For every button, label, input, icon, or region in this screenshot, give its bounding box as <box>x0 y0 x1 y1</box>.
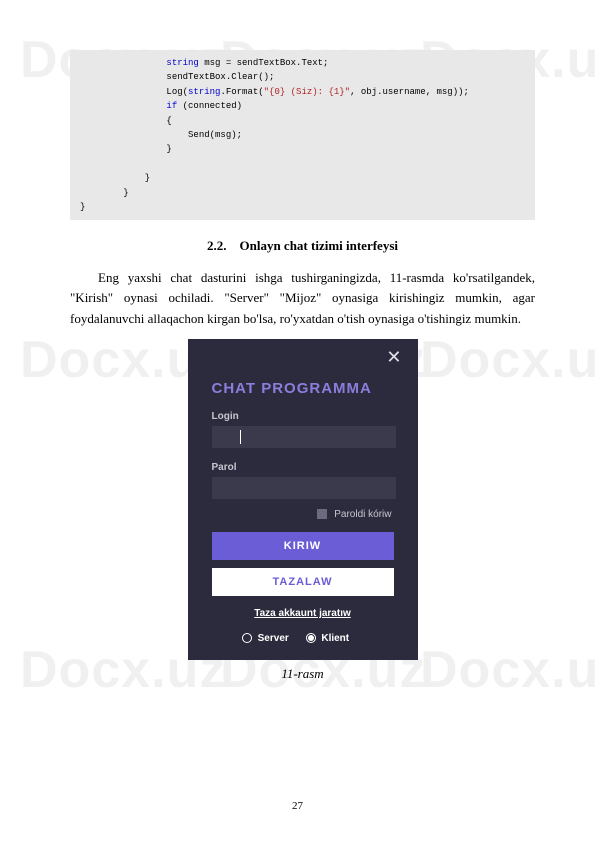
app-title: CHAT PROGRAMMA <box>212 380 402 397</box>
code-block: string msg = sendTextBox.Text; sendTextB… <box>70 50 535 220</box>
radio-server[interactable] <box>242 633 252 643</box>
create-account-link[interactable]: Taza akkaunt jaratıw <box>204 608 402 619</box>
role-radio-group: Server Klient <box>204 633 402 644</box>
section-heading: 2.2. Onlayn chat tizimi interfeysi <box>70 238 535 254</box>
body-paragraph: Eng yaxshi chat dasturini ishga tushirga… <box>70 268 535 328</box>
radio-server-label: Server <box>258 633 289 644</box>
figure-caption: 11-rasm <box>70 666 535 682</box>
text-cursor <box>240 430 241 444</box>
radio-klient-label: Klient <box>321 633 349 644</box>
heading-number: 2.2. <box>207 238 227 253</box>
show-password-row[interactable]: Paroldi kóriw <box>204 509 392 520</box>
checkbox-icon[interactable] <box>317 509 327 519</box>
close-icon[interactable]: ✕ <box>386 347 401 368</box>
app-screenshot: ✕ CHAT PROGRAMMA Login Parol Paroldi kór… <box>188 339 418 660</box>
radio-klient[interactable] <box>306 633 316 643</box>
clear-button[interactable]: TAZALAW <box>212 568 394 596</box>
heading-text: Onlayn chat tizimi interfeysi <box>239 238 398 253</box>
parol-label: Parol <box>212 462 402 473</box>
login-button[interactable]: KIRIW <box>212 532 394 560</box>
page-number: 27 <box>0 800 595 812</box>
parol-input[interactable] <box>212 477 396 499</box>
show-password-label: Paroldi kóriw <box>334 509 391 520</box>
login-label: Login <box>212 411 402 422</box>
